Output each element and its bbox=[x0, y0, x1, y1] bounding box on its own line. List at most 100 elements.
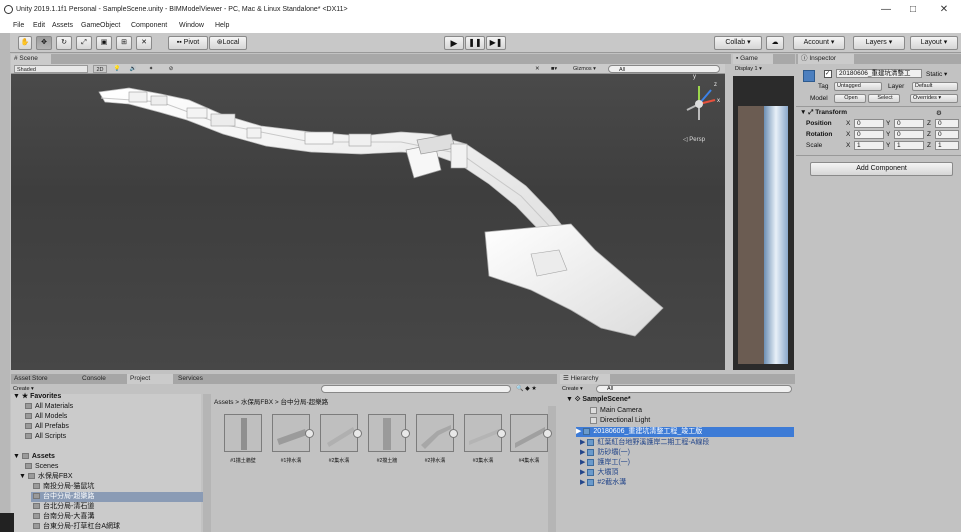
2d-toggle[interactable]: 2D bbox=[93, 65, 107, 73]
expand-icon[interactable] bbox=[497, 429, 506, 438]
menu-edit[interactable]: Edit bbox=[33, 22, 45, 29]
audio-icon[interactable]: 🔊 bbox=[127, 65, 139, 73]
folder-item[interactable]: ▼ 水保局FBX bbox=[19, 472, 73, 482]
tab-scene[interactable]: # Scene bbox=[11, 54, 51, 64]
move-tool-icon[interactable]: ✥ bbox=[36, 36, 52, 50]
favorite-item[interactable]: All Models bbox=[25, 412, 67, 422]
tab-console[interactable]: Console bbox=[79, 374, 125, 384]
scale-x-field[interactable]: 1 bbox=[854, 141, 884, 150]
project-search-input[interactable] bbox=[321, 385, 511, 393]
local-toggle[interactable]: ⊛Local bbox=[209, 36, 247, 50]
select-button[interactable]: Select bbox=[868, 94, 900, 103]
tab-game[interactable]: ▪ Game bbox=[733, 54, 773, 64]
rotation-y-field[interactable]: 0 bbox=[894, 130, 924, 139]
folder-item[interactable]: 南投分局-猫鼠坑 bbox=[33, 482, 94, 492]
add-component-button[interactable]: Add Component bbox=[810, 162, 953, 176]
tab-services[interactable]: Services bbox=[175, 374, 215, 384]
hand-tool-icon[interactable]: ✋ bbox=[18, 36, 32, 50]
tab-hierarchy[interactable]: ☰ Hierarchy bbox=[560, 374, 610, 384]
lighting-icon[interactable]: 💡 bbox=[111, 65, 123, 73]
tools-icon[interactable]: ✕ bbox=[535, 65, 545, 73]
hierarchy-item[interactable]: ▶ 大壩頂 bbox=[580, 468, 618, 478]
transform-settings-icon[interactable]: ⚙ bbox=[936, 109, 942, 117]
favorites-header[interactable]: ▼ ★ Favorites bbox=[13, 392, 61, 402]
transform-tool-icon[interactable]: ⊞ bbox=[116, 36, 132, 50]
expand-icon[interactable] bbox=[543, 429, 552, 438]
hierarchy-item[interactable]: ▶ 護岸工(一) bbox=[580, 458, 630, 468]
menu-component[interactable]: Component bbox=[131, 22, 167, 29]
gizmos-dropdown[interactable]: Gizmos ▾ bbox=[573, 65, 603, 73]
step-button[interactable]: ▶❚ bbox=[486, 36, 506, 50]
position-z-field[interactable]: 0 bbox=[935, 119, 959, 128]
rotation-z-field[interactable]: 0 bbox=[935, 130, 959, 139]
hierarchy-item[interactable]: ▶ #2截水溝 bbox=[580, 478, 626, 488]
asset-thumbnail[interactable] bbox=[464, 414, 506, 452]
hierarchy-item[interactable]: Directional Light bbox=[590, 416, 650, 426]
hierarchy-item[interactable]: ▶ 防砂壩(一) bbox=[580, 448, 630, 458]
scale-y-field[interactable]: 1 bbox=[894, 141, 924, 150]
folder-item-selected[interactable]: 台中分局-超樂路 bbox=[31, 492, 203, 502]
asset-thumbnail[interactable] bbox=[224, 414, 262, 452]
asset-thumbnail[interactable] bbox=[320, 414, 362, 452]
favorite-item[interactable]: All Scripts bbox=[25, 432, 66, 442]
close-button[interactable]: ✕ bbox=[934, 4, 954, 15]
rect-tool-icon[interactable]: ▣ bbox=[96, 36, 112, 50]
minimize-button[interactable]: — bbox=[876, 4, 896, 15]
hierarchy-item[interactable]: ▶ 紅葉紅台地野溪護岸二期工程-A線段 bbox=[580, 438, 709, 448]
layer-dropdown[interactable]: Default bbox=[912, 82, 958, 91]
rotate-tool-icon[interactable]: ↻ bbox=[56, 36, 72, 50]
tab-asset-store[interactable]: Asset Store bbox=[11, 374, 67, 384]
folder-item[interactable]: 台南分局-大喜溝 bbox=[33, 512, 94, 522]
overrides-dropdown[interactable]: Overrides ▾ bbox=[910, 94, 958, 103]
layers-dropdown[interactable]: Layers ▾ bbox=[853, 36, 905, 50]
position-y-field[interactable]: 0 bbox=[894, 119, 924, 128]
hierarchy-search-input[interactable]: All bbox=[596, 385, 792, 393]
shading-dropdown[interactable]: Shaded bbox=[14, 65, 88, 73]
expand-icon[interactable] bbox=[449, 429, 458, 438]
favorite-item[interactable]: All Prefabs bbox=[25, 422, 69, 432]
breadcrumb[interactable]: Assets > 水保局FBX > 台中分局-超樂路 bbox=[214, 396, 328, 406]
asset-thumbnail[interactable] bbox=[510, 414, 552, 452]
hierarchy-item-selected[interactable]: ▶ 20180606_重建坑清整工程_竣工版 bbox=[576, 427, 794, 437]
display-dropdown[interactable]: Display 1 ▾ bbox=[735, 66, 762, 72]
custom-tool-icon[interactable]: ✕ bbox=[136, 36, 152, 50]
tree-scrollbar[interactable] bbox=[203, 394, 211, 532]
hidden-objects-icon[interactable]: ⊘ bbox=[162, 65, 180, 73]
filter-icons[interactable]: 🔍 ◆ ★ bbox=[516, 385, 537, 392]
pause-button[interactable]: ❚❚ bbox=[465, 36, 485, 50]
rotation-x-field[interactable]: 0 bbox=[854, 130, 884, 139]
layout-dropdown[interactable]: Layout ▾ bbox=[910, 36, 958, 50]
camera-icon[interactable]: ■▾ bbox=[551, 65, 567, 73]
object-name-field[interactable]: 20180606_重建坑清整工 bbox=[836, 69, 922, 78]
menu-assets[interactable]: Assets bbox=[52, 22, 73, 29]
tag-dropdown[interactable]: Untagged bbox=[834, 82, 882, 91]
tab-project[interactable]: Project bbox=[127, 374, 173, 384]
active-checkbox[interactable]: ✓ bbox=[824, 70, 832, 78]
collab-dropdown[interactable]: Collab ▾ bbox=[714, 36, 762, 50]
effects-icon[interactable]: ✦ bbox=[144, 65, 158, 73]
menu-window[interactable]: Window bbox=[179, 22, 204, 29]
scene-root[interactable]: ▼ ⟐ SampleScene* bbox=[566, 395, 631, 405]
account-dropdown[interactable]: Account ▾ bbox=[793, 36, 845, 50]
grid-scrollbar[interactable] bbox=[548, 406, 556, 532]
menu-gameobject[interactable]: GameObject bbox=[81, 22, 120, 29]
asset-thumbnail[interactable] bbox=[416, 414, 458, 452]
transform-header[interactable]: ▼ ⤢ Transform bbox=[800, 109, 847, 117]
favorite-item[interactable]: All Materials bbox=[25, 402, 73, 412]
tab-inspector[interactable]: ⓘ Inspector bbox=[798, 54, 854, 64]
scene-search-input[interactable]: All bbox=[608, 65, 720, 73]
hierarchy-create-dropdown[interactable]: Create ▾ bbox=[562, 386, 583, 392]
expand-icon[interactable] bbox=[305, 429, 314, 438]
folder-item[interactable]: 台東分局-打草杠台A網球 bbox=[33, 522, 120, 532]
static-toggle[interactable]: Static ▾ bbox=[926, 70, 947, 78]
position-x-field[interactable]: 0 bbox=[854, 119, 884, 128]
scale-z-field[interactable]: 1 bbox=[935, 141, 959, 150]
folder-item[interactable]: 台北分局-清石道 bbox=[33, 502, 94, 512]
play-button[interactable]: ▶ bbox=[444, 36, 464, 50]
folder-item[interactable]: Scenes bbox=[25, 462, 58, 472]
asset-thumbnail[interactable] bbox=[272, 414, 314, 452]
orientation-gizmo[interactable] bbox=[686, 86, 716, 120]
game-viewport[interactable] bbox=[733, 76, 794, 370]
expand-icon[interactable] bbox=[353, 429, 362, 438]
hierarchy-item[interactable]: Main Camera bbox=[590, 406, 642, 416]
